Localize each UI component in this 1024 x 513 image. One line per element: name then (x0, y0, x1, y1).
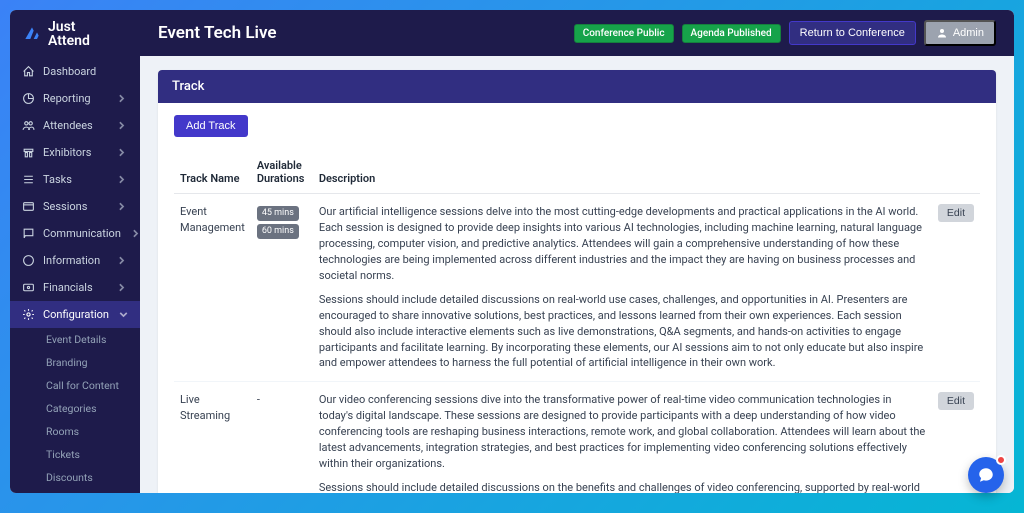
sidebar-subitem-rooms[interactable]: Rooms (38, 420, 140, 443)
duration-pill: 45 mins (257, 206, 299, 221)
tasks-icon (22, 173, 35, 186)
return-to-conference-button[interactable]: Return to Conference (789, 21, 916, 45)
chevron-right-icon (129, 227, 140, 240)
sidebar-item-configuration[interactable]: Configuration (10, 301, 140, 328)
badge-agenda-published[interactable]: Agenda Published (682, 24, 781, 43)
sidebar: Just Attend Dashboard Reporting Attendees E… (10, 10, 140, 493)
reporting-icon (22, 92, 35, 105)
card-title: Track (158, 70, 996, 103)
notification-dot (996, 455, 1006, 465)
chevron-right-icon (115, 92, 128, 105)
chevron-down-icon (117, 308, 130, 321)
chevron-right-icon (115, 146, 128, 159)
sidebar-subitem-call-for-content[interactable]: Call for Content (38, 374, 140, 397)
track-name: Live Streaming (174, 382, 251, 493)
badge-conference-public[interactable]: Conference Public (574, 24, 674, 43)
edit-button[interactable]: Edit (938, 392, 974, 410)
sidebar-item-financials[interactable]: Financials (10, 274, 140, 301)
sidebar-item-label: Communication (43, 227, 121, 240)
user-icon (936, 27, 948, 39)
add-track-button[interactable]: Add Track (174, 115, 248, 137)
chat-launcher[interactable] (968, 457, 1004, 493)
configuration-icon (22, 308, 35, 321)
sidebar-subitem-payment-methods[interactable]: Payment Methods (38, 489, 140, 493)
admin-button[interactable]: Admin (924, 20, 996, 46)
sidebar-item-label: Financials (43, 281, 93, 294)
edit-button[interactable]: Edit (938, 204, 974, 222)
sidebar-item-communication[interactable]: Communication (10, 220, 140, 247)
track-durations: - (251, 382, 313, 493)
brand-logo: Just Attend (10, 10, 140, 58)
sidebar-subitem-event-details[interactable]: Event Details (38, 328, 140, 351)
logo-icon (22, 24, 42, 44)
sidebar-item-dashboard[interactable]: Dashboard (10, 58, 140, 85)
sidebar-subitem-tickets[interactable]: Tickets (38, 443, 140, 466)
tracks-table: Track Name Available Durations Descripti… (174, 151, 980, 493)
chevron-right-icon (115, 119, 128, 132)
sidebar-item-label: Attendees (43, 119, 93, 132)
col-description: Description (313, 151, 932, 194)
communication-icon (22, 227, 35, 240)
col-track-name: Track Name (174, 151, 251, 194)
top-actions: Conference Public Agenda Published Retur… (574, 20, 996, 46)
chat-icon (977, 466, 995, 484)
topbar: Event Tech Live Conference Public Agenda… (140, 10, 1014, 56)
sidebar-item-label: Tasks (43, 173, 72, 186)
track-description: Our artificial intelligence sessions del… (313, 194, 932, 382)
main-area: Event Tech Live Conference Public Agenda… (140, 10, 1014, 493)
track-description: Our video conferencing sessions dive int… (313, 382, 932, 493)
sessions-icon (22, 200, 35, 213)
col-durations: Available Durations (251, 151, 313, 194)
page-title: Event Tech Live (158, 23, 277, 43)
table-row: Event Management 45 mins 60 mins Our artifi… (174, 194, 980, 382)
sidebar-subitem-categories[interactable]: Categories (38, 397, 140, 420)
sidebar-item-label: Reporting (43, 92, 91, 105)
sidebar-item-reporting[interactable]: Reporting (10, 85, 140, 112)
attendees-icon (22, 119, 35, 132)
financials-icon (22, 281, 35, 294)
brand-name: Just Attend (48, 20, 90, 48)
chevron-right-icon (115, 173, 128, 186)
sidebar-item-label: Information (43, 254, 100, 267)
chevron-right-icon (115, 281, 128, 294)
duration-pill: 60 mins (257, 224, 299, 239)
admin-button-label: Admin (953, 27, 984, 39)
sidebar-item-label: Sessions (43, 200, 87, 213)
sidebar-item-attendees[interactable]: Attendees (10, 112, 140, 139)
information-icon (22, 254, 35, 267)
sidebar-item-exhibitors[interactable]: Exhibitors (10, 139, 140, 166)
chevron-right-icon (115, 200, 128, 213)
sidebar-item-sessions[interactable]: Sessions (10, 193, 140, 220)
track-name: Event Management (174, 194, 251, 382)
sidebar-item-label: Configuration (43, 308, 109, 321)
dashboard-icon (22, 65, 35, 78)
exhibitors-icon (22, 146, 35, 159)
sidebar-item-information[interactable]: Information (10, 247, 140, 274)
sidebar-subitem-discounts[interactable]: Discounts (38, 466, 140, 489)
chevron-right-icon (115, 254, 128, 267)
sidebar-subitem-branding[interactable]: Branding (38, 351, 140, 374)
sidebar-item-label: Dashboard (43, 65, 96, 78)
table-row: Live Streaming-Our video conferencing se… (174, 382, 980, 493)
main-nav: Dashboard Reporting Attendees Exhibitors Tas… (10, 58, 140, 493)
sidebar-item-label: Exhibitors (43, 146, 91, 159)
content-scroll[interactable]: Track Add Track Track Name Available Dur… (140, 56, 1014, 493)
sidebar-item-tasks[interactable]: Tasks (10, 166, 140, 193)
track-durations: 45 mins 60 mins (251, 194, 313, 382)
track-card: Track Add Track Track Name Available Dur… (158, 70, 996, 493)
